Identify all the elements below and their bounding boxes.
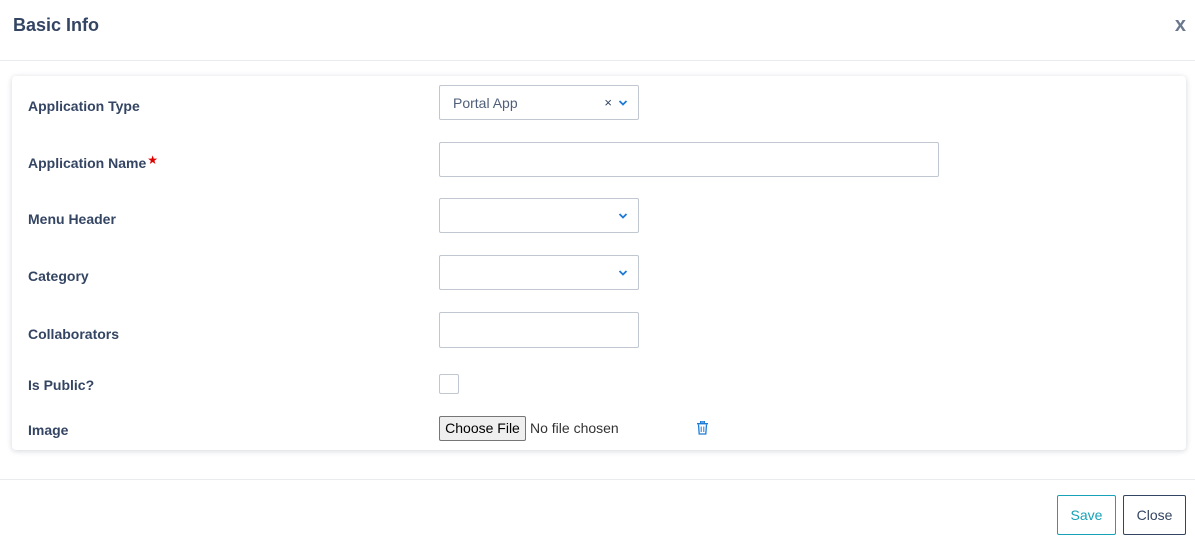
- clear-icon[interactable]: ×: [604, 95, 612, 110]
- trash-icon[interactable]: [696, 421, 709, 435]
- close-button[interactable]: Close: [1123, 495, 1186, 535]
- application-name-label: Application Name★: [28, 153, 159, 171]
- is-public-label: Is Public?: [28, 377, 95, 393]
- menu-header-label: Menu Header: [28, 211, 116, 227]
- application-name-label-text: Application Name: [28, 155, 147, 171]
- application-name-input[interactable]: [439, 142, 939, 177]
- modal-header: Basic Info x: [0, 0, 1195, 61]
- is-public-checkbox[interactable]: [439, 374, 459, 394]
- modal-title: Basic Info: [13, 15, 100, 35]
- save-button[interactable]: Save: [1057, 495, 1116, 535]
- collaborators-label: Collaborators: [28, 326, 120, 342]
- form-card: Application Type Portal App × Applicatio…: [12, 76, 1186, 450]
- collaborators-input[interactable]: [439, 312, 639, 348]
- modal-footer: Save Close: [0, 479, 1195, 544]
- chevron-down-icon[interactable]: [618, 98, 628, 108]
- close-icon[interactable]: x: [1175, 14, 1186, 36]
- menu-header-select[interactable]: [439, 198, 639, 233]
- application-type-select[interactable]: Portal App ×: [439, 85, 639, 120]
- application-type-label: Application Type: [28, 98, 140, 114]
- application-type-value: Portal App: [453, 95, 518, 111]
- basic-info-modal: Basic Info x Application Type Portal App…: [0, 0, 1195, 544]
- choose-file-button[interactable]: Choose File: [439, 416, 526, 441]
- file-status-text: No file chosen: [530, 420, 619, 436]
- chevron-down-icon[interactable]: [618, 211, 628, 221]
- image-label: Image: [28, 422, 69, 438]
- required-star-icon: ★: [147, 153, 159, 167]
- chevron-down-icon[interactable]: [618, 268, 628, 278]
- category-label: Category: [28, 268, 89, 284]
- category-select[interactable]: [439, 255, 639, 290]
